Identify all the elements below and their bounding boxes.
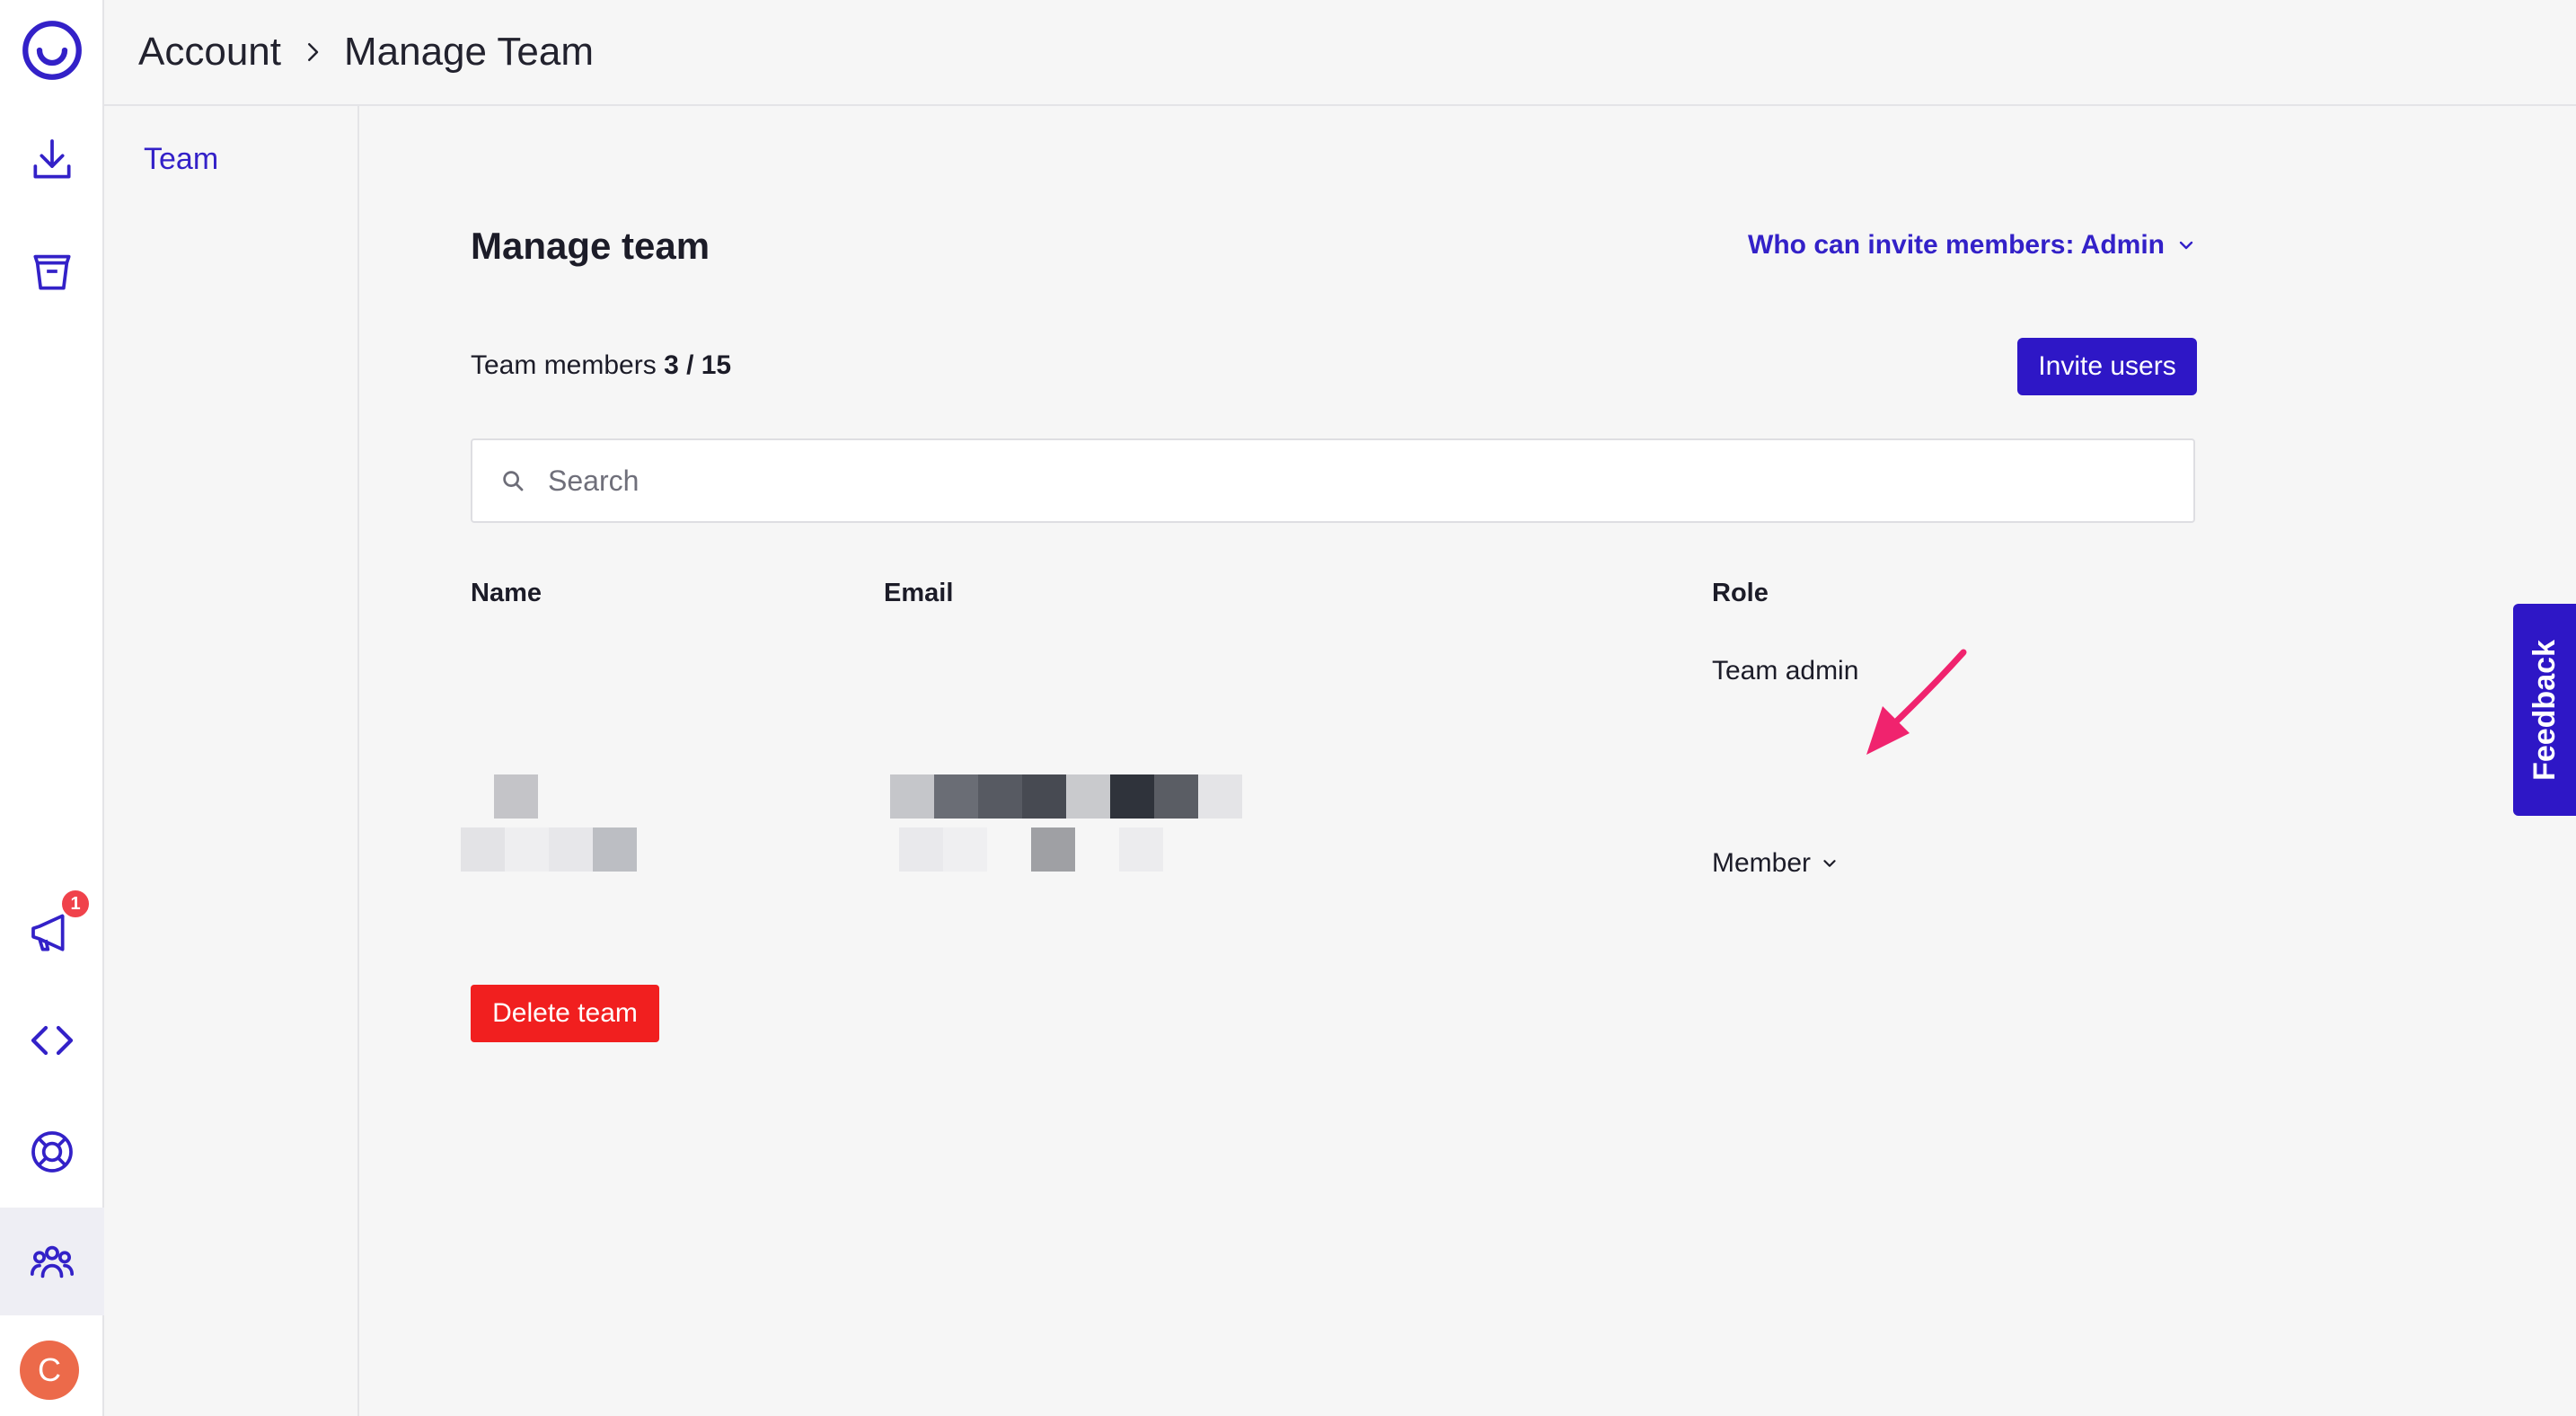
search-icon [503,471,524,491]
column-header-role: Role [1712,579,1769,607]
members-label: Team members [471,350,657,380]
column-header-email: Email [884,579,954,607]
column-header-name: Name [471,579,542,607]
chevron-down-icon [1823,860,1836,867]
member-role-dropdown[interactable]: Member [1712,848,1839,879]
invite-permission-label: Who can invite members: Admin [1748,230,2165,260]
subnav-item-team[interactable]: Team [144,142,218,177]
logo-icon[interactable] [0,0,104,101]
app-window: 1 C Account Manage Team Team Manage team… [0,0,2576,1416]
chevron-right-icon [299,39,326,66]
member-role-value: Member [1712,848,1812,878]
team-members-count: Team members 3 / 15 [471,350,731,381]
icon-rail: 1 C [0,0,104,1416]
settings-subnav: Team [104,106,359,1416]
lifebuoy-icon[interactable] [0,1098,104,1206]
page-title: Manage team [471,225,710,267]
invite-users-button[interactable]: Invite users [2017,338,2197,395]
user-avatar[interactable]: C [20,1341,79,1400]
breadcrumb-parent[interactable]: Account [138,30,281,75]
download-icon[interactable] [0,106,104,214]
notification-badge: 1 [59,888,92,920]
team-icon[interactable] [0,1208,104,1315]
chevron-down-icon [2179,241,2193,250]
search-field[interactable] [471,438,2195,523]
members-count-value: 3 / 15 [664,350,732,380]
feedback-label: Feedback [2527,639,2562,781]
search-input[interactable] [548,464,2165,498]
feedback-tab[interactable]: Feedback [2513,604,2576,816]
manage-team-panel: Manage team Who can invite members: Admi… [359,108,2576,1416]
annotation-arrow-icon [1866,649,1967,755]
code-icon[interactable] [0,987,104,1094]
delete-team-button[interactable]: Delete team [471,985,659,1042]
archive-icon[interactable] [0,217,104,325]
invite-permission-dropdown[interactable]: Who can invite members: Admin [1748,230,2197,261]
breadcrumb: Account Manage Team [104,0,2576,106]
breadcrumb-current: Manage Team [343,30,595,74]
